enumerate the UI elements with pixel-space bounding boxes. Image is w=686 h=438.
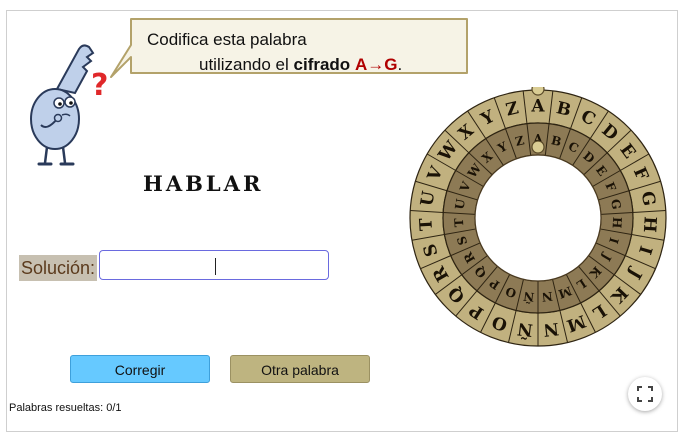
outer-ring-letter: A bbox=[530, 97, 545, 117]
instruction-line-2: utilizando el cifrado A→G. bbox=[147, 52, 477, 77]
instruction-end: . bbox=[397, 55, 403, 74]
inner-ring-letter: T bbox=[452, 218, 466, 228]
cipher-wheel[interactable]: A B CDEFGHIJKLMNÑOPQRSTUVWXY Z A B CDEFGHIJKL… bbox=[407, 87, 669, 349]
solution-label: Solución: bbox=[19, 255, 98, 281]
inner-ring-letter: Ñ bbox=[522, 289, 535, 305]
outer-ring-letter: Ñ bbox=[516, 318, 534, 342]
inner-ring-letter: N bbox=[541, 289, 554, 304]
instruction-text: Codifica esta palabra utilizando el cifr… bbox=[147, 27, 477, 77]
word-to-encode: HABLAR bbox=[143, 171, 264, 196]
outer-ring-letter: N bbox=[542, 318, 560, 340]
solution-input[interactable] bbox=[99, 250, 329, 280]
outer-ring-handle[interactable] bbox=[531, 87, 545, 96]
cipher-wheel-center bbox=[474, 154, 602, 282]
instruction-line-1: Codifica esta palabra bbox=[147, 30, 307, 49]
applet-canvas: ? Codifica esta palabra utilizando el ci… bbox=[6, 10, 678, 432]
check-button[interactable]: Corregir bbox=[70, 355, 210, 383]
next-word-button[interactable]: Otra palabra bbox=[230, 355, 370, 383]
fullscreen-icon bbox=[637, 386, 653, 402]
question-mark-icon: ? bbox=[91, 68, 108, 103]
outer-ring-letter: T bbox=[416, 217, 437, 231]
cipher-word: cifrado bbox=[293, 55, 351, 74]
inner-ring-handle[interactable] bbox=[531, 140, 545, 154]
instruction-prefix: utilizando el bbox=[199, 55, 294, 74]
key-mascot-icon: ? bbox=[30, 44, 108, 166]
cipher-code: A→G bbox=[354, 55, 398, 74]
fullscreen-button[interactable] bbox=[628, 377, 662, 411]
inner-ring-letter: H bbox=[610, 217, 625, 229]
text-caret bbox=[215, 258, 216, 275]
outer-ring-letter: H bbox=[639, 216, 660, 233]
solved-counter: Palabras resueltas: 0/1 bbox=[9, 402, 122, 414]
